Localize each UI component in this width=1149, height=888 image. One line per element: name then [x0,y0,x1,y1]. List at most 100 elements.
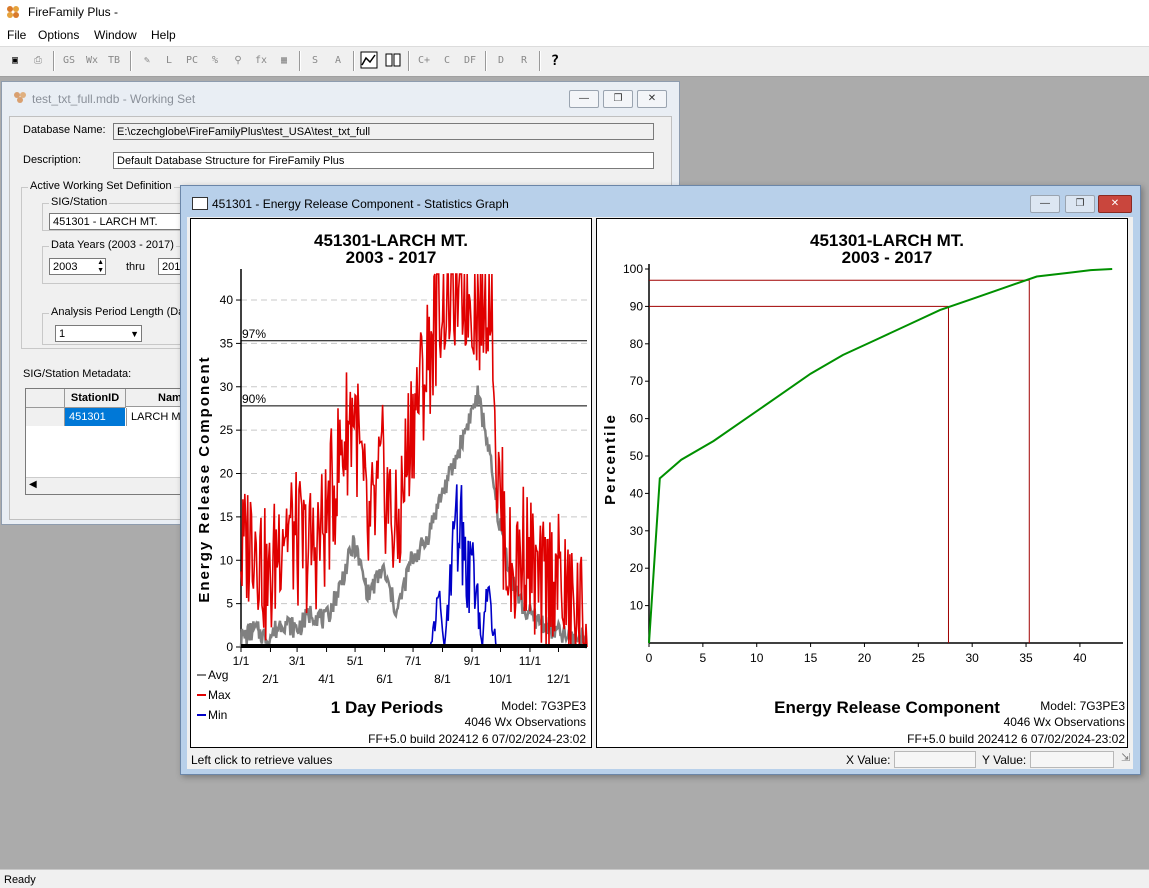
x-axis-label: 1 Day Periods [331,698,443,717]
y-tick-label: 30 [220,380,234,394]
df-icon[interactable]: DF [460,51,480,71]
y-tick-label: 50 [630,449,644,463]
s-icon[interactable]: S [305,51,325,71]
y-value-field [1030,751,1114,768]
spinner-arrows-icon[interactable]: ▲ ▼ [97,259,104,275]
y-tick-label: 60 [630,412,644,426]
description-label: Description: [23,154,82,166]
book-icon[interactable] [383,51,403,71]
gs-icon[interactable]: GS [59,51,79,71]
working-set-titlebar[interactable]: test_txt_full.mdb - Working Set — ❐ ✕ [2,82,679,112]
build-label: FF+5.0 build 202412 6 07/02/2024-23:02 [907,732,1125,746]
graph-icon[interactable] [359,51,379,71]
percent-icon[interactable]: % [205,51,225,71]
c-plus-icon[interactable]: C+ [414,51,434,71]
close-button[interactable]: ✕ [1098,195,1132,213]
y-tick-label: 20 [630,561,644,575]
statistics-graph-window: 451301 - Energy Release Component - Stat… [180,185,1141,775]
status-text: Ready [4,874,36,886]
analysis-period-select[interactable]: 1 ▼ [55,325,142,342]
status-hint: Left click to retrieve values [191,753,333,767]
year-from-value: 2003 [53,261,78,273]
x-tick-label: 10/1 [489,672,513,686]
c-icon[interactable]: C [437,51,457,71]
minimize-button[interactable]: — [1030,195,1060,213]
save-icon[interactable]: ▣ [5,51,25,71]
year-from-spinner[interactable]: 2003 ▲ ▼ [49,258,106,275]
resize-grip-icon[interactable]: ⇲ [1121,751,1130,764]
calc-icon[interactable]: ▦ [274,51,294,71]
series-line-max [240,273,588,648]
y-axis-label: Percentile [602,413,619,505]
sig-station-label: SIG/Station [49,196,110,208]
fx-icon[interactable]: fx [251,51,271,71]
chevron-down-icon[interactable]: ▼ [130,326,139,343]
y-tick-label: 15 [220,510,234,524]
build-label: FF+5.0 build 202412 6 07/02/2024-23:02 [368,732,586,746]
erc-time-series-panel[interactable]: 451301-LARCH MT. 2003 - 2017 Energy Rele… [190,218,592,748]
x-tick-label: 30 [966,651,980,665]
app-status-bar: Ready [0,869,1149,888]
y-tick-label: 80 [630,337,644,351]
x-tick-label: 25 [912,651,926,665]
restore-button[interactable]: ❐ [1065,195,1095,213]
y-axis-label: Energy Release Component [196,355,213,602]
toolbar-separator [353,51,355,71]
erc-time-series-chart[interactable]: 451301-LARCH MT. 2003 - 2017 Energy Rele… [191,219,591,747]
menu-options[interactable]: Options [38,28,79,42]
erc-percentile-panel[interactable]: 451301-LARCH MT. 2003 - 2017 Percentile … [596,218,1128,748]
erc-percentile-chart[interactable]: 451301-LARCH MT. 2003 - 2017 Percentile … [597,219,1127,747]
y-tick-label: 100 [623,262,643,276]
close-button[interactable]: ✕ [637,90,667,108]
analysis-period-value: 1 [59,328,66,340]
print-icon[interactable]: ⎙ [28,51,48,71]
restore-button[interactable]: ❐ [603,90,633,108]
column-header-stationid[interactable]: StationID [65,389,126,408]
data-years-label: Data Years (2003 - 2017) [49,239,176,251]
search-icon[interactable]: ⚲ [228,51,248,71]
y-value-label: Y Value: [982,753,1027,767]
toolbar-separator [485,51,487,71]
menu-window[interactable]: Window [94,28,137,42]
statistics-graph-client: 451301-LARCH MT. 2003 - 2017 Energy Rele… [187,217,1133,769]
x-tick-label: 2/1 [262,672,279,686]
a-icon[interactable]: A [328,51,348,71]
x-tick-label: 9/1 [464,654,481,668]
statistics-graph-titlebar[interactable]: 451301 - Energy Release Component - Stat… [181,186,1140,217]
pc-icon[interactable]: PC [182,51,202,71]
x-tick-label: 11/1 [519,654,542,668]
app-title: FireFamily Plus - [28,5,119,19]
menu-help[interactable]: Help [151,28,176,42]
graph-window-icon [192,197,208,210]
toolbar-separator [539,51,541,71]
x-tick-label: 20 [858,651,872,665]
reference-line-label: 90% [242,392,266,406]
row-header[interactable] [26,408,65,426]
comment-icon[interactable]: ✎ [137,51,157,71]
description-field[interactable]: Default Database Structure for FireFamil… [113,152,654,169]
toolbar-separator [130,51,132,71]
database-icon [14,92,26,103]
model-label: Model: 7G3PE3 [1040,699,1125,713]
minimize-button[interactable]: — [569,90,599,108]
tb-icon[interactable]: TB [104,51,124,71]
statistics-graph-title: 451301 - Energy Release Component - Stat… [212,197,509,211]
toolbar-separator [299,51,301,71]
x-tick-label: 7/1 [405,654,422,668]
thru-label: thru [126,261,145,273]
y-tick-label: 70 [630,374,644,388]
wx-icon[interactable]: Wx [82,51,102,71]
l-icon[interactable]: L [159,51,179,71]
scroll-left-icon[interactable]: ◀ [29,479,37,490]
y-tick-label: 0 [226,640,233,654]
y-tick-label: 20 [220,467,234,481]
app-titlebar: FireFamily Plus - [0,0,1149,25]
help-icon[interactable]: ? [545,51,565,71]
r-icon[interactable]: R [514,51,534,71]
table-cell-stationid[interactable]: 451301 [65,408,125,426]
d-icon[interactable]: D [491,51,511,71]
menu-file[interactable]: File [7,28,26,42]
x-tick-label: 5/1 [347,654,364,668]
db-name-field[interactable]: E:\czechglobe\FireFamilyPlus\test_USA\te… [113,123,654,140]
toolbar-separator [53,51,55,71]
